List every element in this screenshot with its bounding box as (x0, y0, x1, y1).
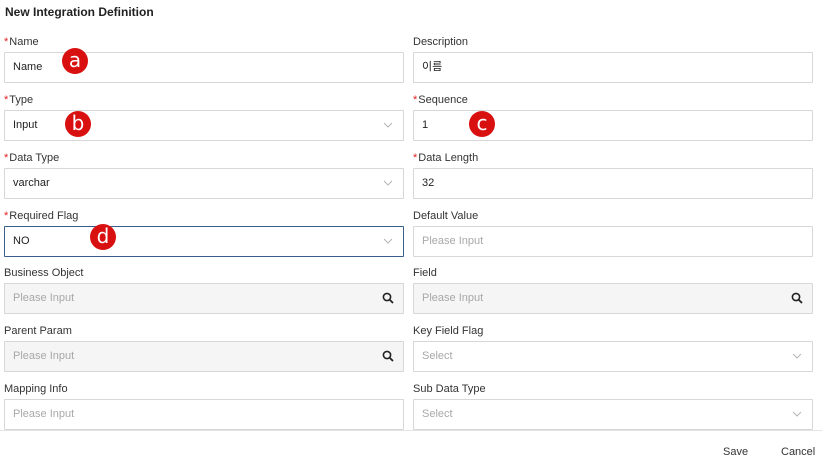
data-length-label-text: Data Length (418, 152, 479, 164)
search-icon[interactable] (382, 350, 394, 362)
default-value-input[interactable]: Please Input (413, 226, 813, 257)
data-type-field-group: *Data Type varchar (4, 151, 404, 199)
mapping-info-field-group: Mapping Info Please Input (4, 382, 404, 430)
chevron-down-icon (792, 353, 802, 359)
sub-data-type-label: Sub Data Type (413, 383, 486, 395)
parent-param-label: Parent Param (4, 325, 72, 337)
sequence-label: *Sequence (413, 93, 813, 107)
dialog-title: New Integration Definition (5, 5, 154, 19)
description-label: Description (413, 36, 469, 48)
field-field-group: Field Please Input (413, 266, 813, 314)
business-object-field-group: Business Object Please Input (4, 266, 404, 314)
data-length-field-group: *Data Length 32 (413, 151, 813, 199)
chevron-down-icon (383, 180, 393, 186)
annotation-marker-c: c (469, 111, 495, 137)
chevron-down-icon (383, 238, 393, 244)
annotation-marker-b: b (65, 111, 91, 137)
business-object-input[interactable]: Please Input (4, 283, 404, 314)
type-value: Input (13, 119, 38, 131)
key-field-flag-label: Key Field Flag (413, 325, 484, 337)
sub-data-type-field-group: Sub Data Type Select (413, 382, 813, 430)
type-select[interactable]: Input (4, 110, 404, 141)
data-length-input[interactable]: 32 (413, 168, 813, 199)
required-flag-label: *Required Flag (4, 209, 404, 223)
search-icon[interactable] (791, 292, 803, 304)
data-type-value: varchar (13, 177, 50, 189)
sequence-value: 1 (422, 119, 429, 131)
name-label: *Name (4, 35, 404, 49)
key-field-flag-field-group: Key Field Flag Select (413, 324, 813, 372)
field-label: Field (413, 267, 437, 279)
data-type-label-text: Data Type (9, 152, 60, 164)
key-field-flag-placeholder: Select (422, 350, 453, 362)
type-label: *Type (4, 93, 404, 107)
description-value: 이름 (422, 61, 443, 73)
name-label-text: Name (9, 36, 39, 48)
required-mark: * (413, 152, 418, 164)
required-flag-field-group: *Required Flag NO (4, 209, 404, 257)
sequence-label-text: Sequence (418, 94, 468, 106)
business-object-label: Business Object (4, 267, 84, 279)
mapping-info-placeholder: Please Input (13, 408, 75, 420)
field-placeholder: Please Input (422, 292, 484, 304)
data-length-value: 32 (422, 177, 435, 189)
mapping-info-input[interactable]: Please Input (4, 399, 404, 430)
required-mark: * (4, 210, 9, 222)
description-field-group: Description 이름 (413, 35, 813, 83)
required-mark: * (413, 94, 418, 106)
required-mark: * (4, 36, 9, 48)
chevron-down-icon (792, 411, 802, 417)
type-field-group: *Type Input (4, 93, 404, 141)
annotation-marker-a: a (62, 48, 88, 74)
field-input[interactable]: Please Input (413, 283, 813, 314)
key-field-flag-select[interactable]: Select (413, 341, 813, 372)
description-input[interactable]: 이름 (413, 52, 813, 83)
type-label-text: Type (9, 94, 34, 106)
default-value-field-group: Default Value Please Input (413, 209, 813, 257)
sub-data-type-select[interactable]: Select (413, 399, 813, 430)
sub-data-type-placeholder: Select (422, 408, 453, 420)
required-mark: * (4, 152, 9, 164)
parent-param-field-group: Parent Param Please Input (4, 324, 404, 372)
default-value-placeholder: Please Input (422, 235, 484, 247)
default-value-label: Default Value (413, 210, 479, 222)
data-length-label: *Data Length (413, 151, 813, 165)
chevron-down-icon (383, 122, 393, 128)
data-type-select[interactable]: varchar (4, 168, 404, 199)
save-button[interactable]: Save (723, 446, 748, 458)
required-flag-label-text: Required Flag (9, 210, 79, 222)
footer-divider (0, 430, 822, 431)
parent-param-placeholder: Please Input (13, 350, 75, 362)
business-object-placeholder: Please Input (13, 292, 75, 304)
required-flag-select[interactable]: NO (4, 226, 404, 257)
required-mark: * (4, 94, 9, 106)
parent-param-input[interactable]: Please Input (4, 341, 404, 372)
name-value: Name (13, 61, 43, 73)
mapping-info-label: Mapping Info (4, 383, 68, 395)
required-flag-value: NO (13, 235, 30, 247)
annotation-marker-d: d (90, 224, 116, 250)
search-icon[interactable] (382, 292, 394, 304)
data-type-label: *Data Type (4, 151, 404, 165)
cancel-button[interactable]: Cancel (781, 446, 815, 458)
